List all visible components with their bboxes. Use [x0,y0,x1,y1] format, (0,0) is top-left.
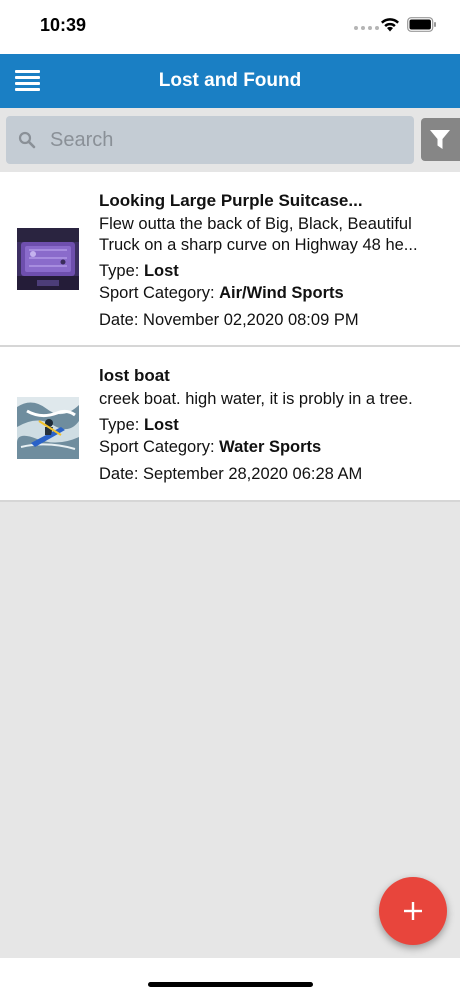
item-details: Looking Large Purple Suitcase... Flew ou… [99,190,446,331]
list-item[interactable]: lost boat creek boat. high water, it is … [0,347,460,502]
battery-icon [407,17,436,32]
item-title: Looking Large Purple Suitcase... [99,191,363,210]
sport-category-value: Water Sports [219,438,322,456]
filter-button[interactable] [421,118,460,161]
date-label: Date: [99,465,144,483]
search-icon [18,131,36,149]
sport-category-label: Sport Category: [99,284,220,302]
wifi-icon [381,18,399,32]
date-value: November 02,2020 08:09 PM [143,311,359,329]
type-label: Type: [99,416,144,434]
status-time: 10:39 [40,15,87,35]
type-value: Lost [143,262,179,280]
status-bar: 10:39 [0,0,460,54]
home-indicator[interactable] [148,982,313,987]
filter-funnel-icon [430,130,450,149]
sport-category-value: Air/Wind Sports [219,284,344,302]
item-type: Type: Lost [99,261,446,282]
item-title: lost boat [99,366,170,385]
list-item[interactable]: Looking Large Purple Suitcase... Flew ou… [0,172,460,347]
date-value: September 28,2020 06:28 AM [143,465,363,483]
type-label: Type: [99,262,144,280]
sport-category-label: Sport Category: [99,438,220,456]
search-bar-container [0,108,460,172]
item-description: Flew outta the back of Big, Black, Beaut… [99,215,418,254]
item-list: Looking Large Purple Suitcase... Flew ou… [0,172,460,958]
item-thumbnail-kayak [17,397,79,459]
item-sport-category: Sport Category: Air/Wind Sports [99,283,446,304]
date-label: Date: [99,311,144,329]
item-thumbnail-suitcase [17,228,79,290]
item-date: Date: September 28,2020 06:28 AM [99,464,446,485]
plus-icon [404,902,422,920]
search-input[interactable] [50,124,400,156]
item-details: lost boat creek boat. high water, it is … [99,365,446,485]
search-box[interactable] [6,116,414,164]
page-title: Lost and Found [158,70,302,91]
signal-dots-icon [354,26,379,30]
add-item-button[interactable] [379,877,447,945]
type-value: Lost [143,416,179,434]
home-indicator-area [0,958,460,996]
item-description: creek boat. high water, it is probly in … [99,390,413,408]
item-type: Type: Lost [99,415,446,436]
app-header: Lost and Found [0,54,460,108]
item-date: Date: November 02,2020 08:09 PM [99,310,446,331]
item-sport-category: Sport Category: Water Sports [99,437,446,458]
